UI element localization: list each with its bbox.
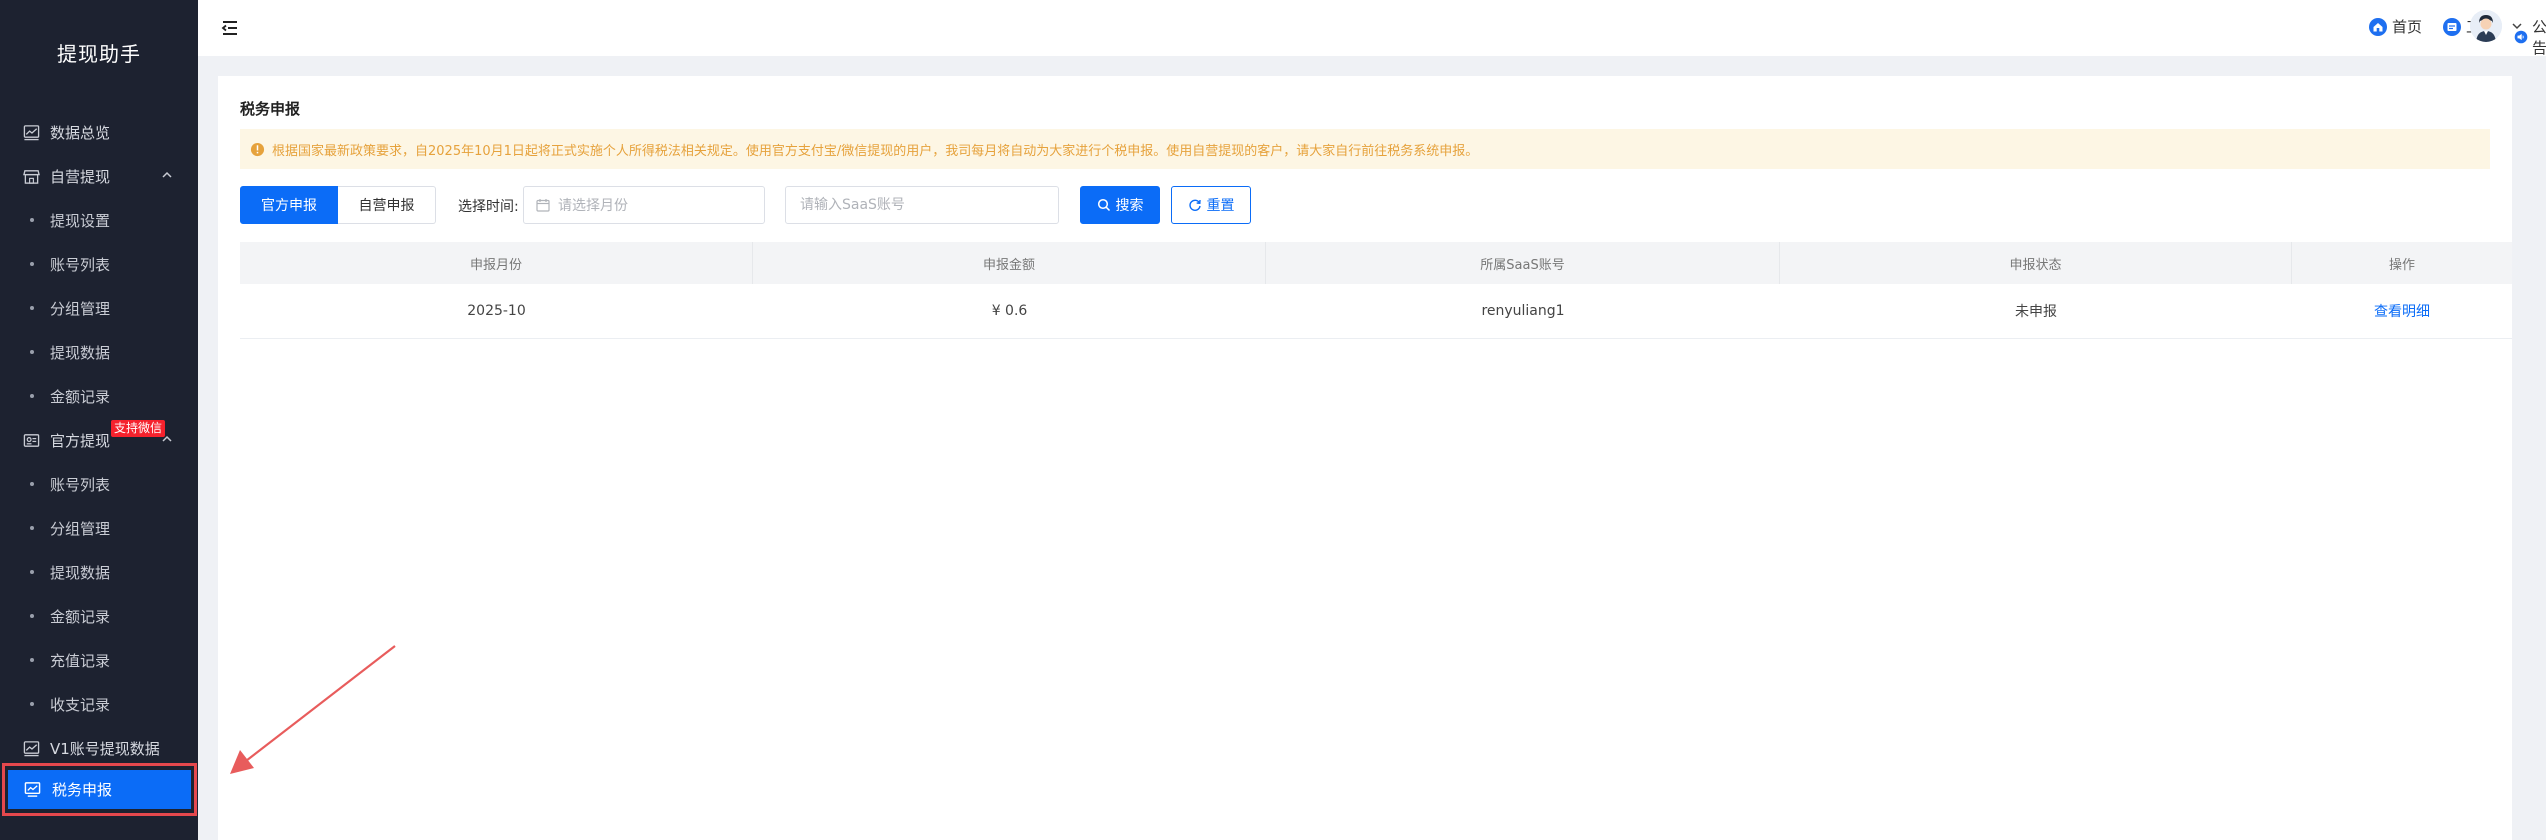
month-picker-placeholder: 请选择月份 [558,198,628,214]
bullet-icon [30,262,34,266]
column-header-status: 申报状态 [1780,242,2292,284]
cell-action: 查看明细 [2292,284,2512,338]
bullet-icon [30,218,34,222]
date-filter-label: 选择时间: [458,199,519,215]
nav-tax-report[interactable]: 税务申报 [8,770,191,809]
sub-item-label: 账号列表 [50,475,111,494]
nav-self-withdraw[interactable]: 自营提现 [0,154,198,198]
view-details-link[interactable]: 查看明细 [2374,301,2430,321]
chevron-up-icon[interactable] [160,168,174,182]
table-header: 申报月份 申报金额 所属SaaS账号 申报状态 操作 [240,242,2512,284]
announcement-label: 公告 [2532,18,2546,57]
menu-fold-icon[interactable] [220,18,240,38]
sub-item-recharge-records[interactable]: 充值记录 [0,638,198,682]
nav-tax-report-highlight: 税务申报 [2,763,197,816]
sub-item-label: 账号列表 [50,255,111,274]
sub-item-official-account-list[interactable]: 账号列表 [0,462,198,506]
refresh-icon [1188,199,1201,211]
nav-dashboard-label: 数据总览 [50,123,111,142]
sub-item-label: 金额记录 [50,607,111,626]
search-button[interactable]: 搜索 [1080,186,1160,224]
bullet-icon [30,394,34,398]
reset-button-label: 重置 [1206,198,1235,214]
tab-official-report[interactable]: 官方申报 [240,186,338,224]
brand-title: 提现助手 [57,42,141,66]
tax-report-table: 申报月份 申报金额 所属SaaS账号 申报状态 操作 2025-10 ¥ 0.6… [240,242,2512,339]
nav-official-withdraw-label: 官方提现 [50,431,111,450]
chart-icon [22,123,40,141]
top-bar: 首页 工单 公告 消息 [198,0,2546,57]
sub-item-income-expense-records[interactable]: 收支记录 [0,682,198,726]
content-card: 税务申报 根据国家最新政策要求，自2025年10月1日起将正式实施个人所得税法相… [218,76,2512,840]
policy-notice: 根据国家最新政策要求，自2025年10月1日起将正式实施个人所得税法相关规定。使… [240,129,2490,169]
search-icon [1097,198,1110,212]
sub-item-label: 收支记录 [50,695,111,714]
sub-item-label: 提现数据 [50,343,111,362]
reset-button[interactable]: 重置 [1171,186,1251,224]
bullet-icon [30,702,34,706]
report-type-tabs: 官方申报 自营申报 [240,186,436,224]
bullet-icon [30,658,34,662]
monitor-icon [24,781,42,799]
nav-official-withdraw[interactable]: 官方提现 [0,418,198,462]
calendar-icon [536,199,550,212]
home-icon [2369,17,2387,36]
bullet-icon [30,306,34,310]
tab-self-report[interactable]: 自营申报 [338,186,436,224]
chart-icon [22,739,40,757]
sub-item-label: 分组管理 [50,299,111,318]
column-header-action: 操作 [2388,257,2415,273]
sub-item-account-list[interactable]: 账号列表 [0,242,198,286]
table-body: 2025-10 ¥ 0.6 renyuliang1 未申报 查看明细 [240,284,2512,339]
cell-status: 未申报 [2015,304,2057,320]
sub-item-group-management[interactable]: 分组管理 [0,286,198,330]
bullet-icon [30,350,34,354]
nav-tax-report-label: 税务申报 [52,781,113,799]
avatar [2470,10,2502,42]
sub-item-withdraw-data[interactable]: 提现数据 [0,330,198,374]
month-picker[interactable]: 请选择月份 [523,186,765,224]
nav-dashboard[interactable]: 数据总览 [0,110,198,154]
store-icon [22,167,40,185]
home-link[interactable]: 首页 [2368,16,2422,37]
sub-item-amount-records[interactable]: 金额记录 [0,374,198,418]
saas-account-input[interactable] [785,186,1059,224]
bullet-icon [30,614,34,618]
chevron-down-icon [2512,23,2522,30]
bullet-icon [30,570,34,574]
page-title: 税务申报 [240,100,301,118]
nav-v1-label: V1账号提现数据 [50,739,160,758]
sub-item-label: 分组管理 [50,519,111,538]
column-header-amount: 申报金额 [753,242,1266,284]
sub-item-label: 提现设置 [50,211,111,230]
warning-icon [250,142,265,156]
table-row: 2025-10 ¥ 0.6 renyuliang1 未申报 查看明细 [240,284,2512,339]
column-header-month: 申报月份 [240,242,753,284]
ticket-icon [2443,17,2461,36]
user-menu[interactable] [2470,10,2524,42]
home-label: 首页 [2392,18,2423,36]
cell-account: renyuliang1 [1481,303,1565,319]
id-card-icon [22,431,40,449]
sub-item-official-group-management[interactable]: 分组管理 [0,506,198,550]
bullet-icon [30,482,34,486]
wechat-support-badge: 支持微信 [111,420,166,437]
annotation-arrow-icon [230,645,396,774]
sub-item-official-withdraw-data[interactable]: 提现数据 [0,550,198,594]
sub-item-label: 充值记录 [50,651,111,670]
policy-notice-text: 根据国家最新政策要求，自2025年10月1日起将正式实施个人所得税法相关规定。使… [272,143,1479,159]
sub-item-label: 金额记录 [50,387,111,406]
bullet-icon [30,526,34,530]
nav-self-withdraw-label: 自营提现 [50,167,111,186]
sub-item-withdraw-settings[interactable]: 提现设置 [0,198,198,242]
sub-item-official-amount-records[interactable]: 金额记录 [0,594,198,638]
cell-amount: ¥ 0.6 [991,303,1028,319]
sub-item-label: 提现数据 [50,563,111,582]
column-header-account: 所属SaaS账号 [1266,242,1780,284]
cell-month: 2025-10 [467,303,526,319]
search-button-label: 搜索 [1115,198,1144,214]
sidebar: 提现助手 数据总览 自营提现 提现设置 账号列表 分组管理 提现数据 金额记录 … [0,0,198,840]
